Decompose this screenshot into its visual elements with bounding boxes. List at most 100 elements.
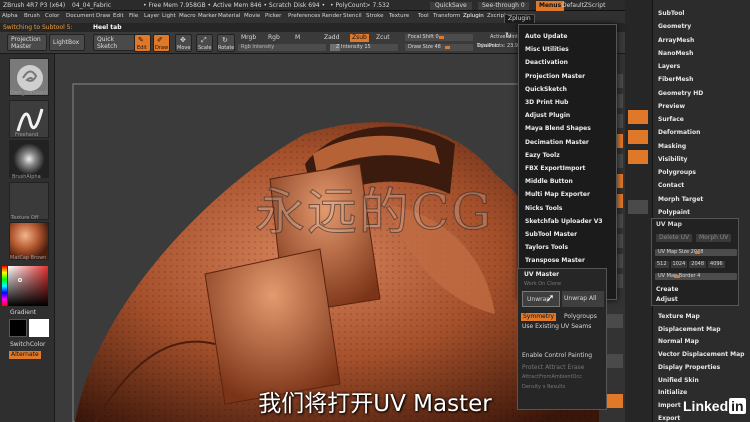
- tool-menu-subtool[interactable]: SubTool: [658, 10, 684, 17]
- enable-control-painting-toggle[interactable]: Enable Control Painting: [522, 353, 592, 359]
- tool-menu-masking[interactable]: Masking: [658, 143, 686, 150]
- zplugin-item-fbx-exportimport[interactable]: FBX ExportImport: [525, 165, 585, 172]
- zplugin-item-maya-blend-shapes[interactable]: Maya Blend Shapes: [525, 125, 591, 132]
- draw-size-slider[interactable]: Draw Size 48: [405, 44, 473, 51]
- tool-menu-geometry[interactable]: Geometry: [658, 23, 691, 30]
- zplugin-item-multi-map-exporter[interactable]: Multi Map Exporter: [525, 191, 590, 198]
- quicksave-button[interactable]: QuickSave: [430, 2, 472, 10]
- unwrap-all-button[interactable]: Unwrap All: [562, 291, 604, 307]
- zplugin-item-transpose-master[interactable]: Transpose Master: [525, 257, 585, 264]
- zplugin-item-subtool-master[interactable]: SubTool Master: [525, 231, 577, 238]
- morph-uv-button[interactable]: Morph UV: [696, 234, 732, 242]
- menu-preferences[interactable]: Preferences: [288, 13, 322, 20]
- tool-menu-polygroups[interactable]: Polygroups: [658, 169, 696, 176]
- move-button[interactable]: ✥ Move: [175, 34, 192, 52]
- menu-draw[interactable]: Draw: [96, 13, 113, 20]
- tool-menu-geometry-hd[interactable]: Geometry HD: [658, 90, 703, 97]
- tool-menu-arraymesh[interactable]: ArrayMesh: [658, 37, 694, 44]
- tool-menu-unified-skin[interactable]: Unified Skin: [658, 377, 699, 384]
- menu-brush[interactable]: Brush: [24, 13, 45, 20]
- use-existing-seams-toggle[interactable]: Use Existing UV Seams: [522, 324, 591, 330]
- rgb-intensity-slider[interactable]: Rgb Intensity: [238, 44, 326, 51]
- focal-shift-slider[interactable]: Focal Shift 0: [405, 34, 473, 41]
- zplugin-item-projection-master[interactable]: Projection Master: [525, 73, 585, 80]
- menu-color[interactable]: Color: [45, 13, 66, 20]
- zsub-toggle[interactable]: Zsub: [350, 34, 369, 42]
- default-zscript-button[interactable]: DefaultZScript: [562, 3, 605, 9]
- menu-marker[interactable]: Marker: [198, 13, 218, 20]
- primary-color-swatch[interactable]: [29, 319, 49, 337]
- alpha-thumbnail[interactable]: [9, 140, 49, 178]
- zplugin-item-taylors-tools[interactable]: Taylors Tools: [525, 244, 568, 251]
- lightbox-button[interactable]: LightBox: [49, 34, 85, 51]
- adjust-submenu[interactable]: Adjust: [656, 296, 678, 303]
- menu-light[interactable]: Light: [162, 13, 179, 20]
- secondary-color-swatch[interactable]: [9, 319, 27, 337]
- zplugin-item-3d-print-hub[interactable]: 3D Print Hub: [525, 99, 568, 106]
- menu-layer[interactable]: Layer: [144, 13, 162, 20]
- menu-material[interactable]: Material: [218, 13, 244, 20]
- mrgb-toggle[interactable]: Mrgb: [241, 35, 256, 41]
- zplugin-item-nicks-tools[interactable]: Nicks Tools: [525, 205, 562, 212]
- delete-uv-button[interactable]: Delete UV: [656, 234, 693, 242]
- rotate-button[interactable]: ↻ Rotate: [217, 34, 235, 52]
- shelf-toggle-3[interactable]: [628, 150, 648, 164]
- switch-color-button[interactable]: SwitchColor: [10, 342, 46, 348]
- uv-size-512[interactable]: 512: [655, 261, 669, 268]
- menu-zplugin[interactable]: Zplugin: [463, 13, 487, 20]
- menu-render[interactable]: Render: [322, 13, 343, 20]
- tool-menu-deformation[interactable]: Deformation: [658, 129, 700, 136]
- menu-edit[interactable]: Edit: [113, 13, 129, 20]
- zplugin-item-sketchfab-uploader-v3[interactable]: Sketchfab Uploader V3: [525, 218, 603, 225]
- zplugin-item-quicksketch[interactable]: QuickSketch: [525, 86, 567, 93]
- menu-document[interactable]: Document: [66, 13, 96, 20]
- tool-menu-morph-target[interactable]: Morph Target: [658, 196, 703, 203]
- draw-button[interactable]: ✐ Draw: [153, 34, 170, 52]
- projection-master-button[interactable]: Projection Master: [7, 34, 47, 51]
- zplugin-menu-tab[interactable]: Zplugin: [504, 14, 535, 23]
- zplugin-item-deactivation[interactable]: Deactivation: [525, 59, 568, 66]
- tool-menu-texture-map[interactable]: Texture Map: [658, 313, 700, 320]
- tool-menu-polypaint[interactable]: Polypaint: [658, 209, 690, 216]
- symmetry-toggle[interactable]: Symmetry: [521, 313, 557, 321]
- menu-movie[interactable]: Movie: [244, 13, 265, 20]
- menu-macro[interactable]: Macro: [179, 13, 198, 20]
- attract-ambient-button[interactable]: AttractFromAmbientOcc: [522, 375, 582, 380]
- alternate-button[interactable]: Alternate: [9, 351, 41, 359]
- menu-picker[interactable]: Picker: [265, 13, 288, 20]
- z-intensity-slider[interactable]: Z Intensity 15: [330, 44, 398, 51]
- quick-sketch-button[interactable]: Quick Sketch: [93, 34, 135, 51]
- polygroups-toggle[interactable]: Polygroups: [564, 314, 597, 320]
- zplugin-item-auto-update[interactable]: Auto Update: [525, 33, 567, 40]
- tool-menu-nanomesh[interactable]: NanoMesh: [658, 50, 693, 57]
- protect-attract-erase-row[interactable]: Protect Attract Erase: [522, 365, 584, 371]
- zadd-toggle[interactable]: Zadd: [324, 35, 339, 41]
- zcut-toggle[interactable]: Zcut: [376, 35, 390, 41]
- zplugin-item-adjust-plugin[interactable]: Adjust Plugin: [525, 112, 570, 119]
- tool-menu-surface[interactable]: Surface: [658, 116, 684, 123]
- tool-menu-display-properties[interactable]: Display Properties: [658, 364, 720, 371]
- menu-stencil[interactable]: Stencil: [343, 13, 366, 20]
- tool-menu-displacement-map[interactable]: Displacement Map: [658, 326, 721, 333]
- rgb-toggle[interactable]: Rgb: [268, 35, 280, 41]
- tool-menu-preview[interactable]: Preview: [658, 103, 685, 110]
- tool-menu-contact[interactable]: Contact: [658, 182, 684, 189]
- uv-size-4096[interactable]: 4096: [708, 261, 725, 268]
- m-toggle[interactable]: M: [295, 35, 300, 41]
- edit-button[interactable]: ✎ Edit: [134, 34, 151, 52]
- zplugin-item-middle-button[interactable]: Middle Button: [525, 178, 573, 185]
- menu-file[interactable]: File: [129, 13, 144, 20]
- uv-size-2048[interactable]: 2048: [689, 261, 707, 268]
- work-on-clone-button[interactable]: Work On Clone: [524, 282, 561, 287]
- zplugin-item-misc-utilities[interactable]: Misc Utilities: [525, 46, 569, 53]
- menu-texture[interactable]: Texture: [389, 13, 418, 20]
- tool-menu-normal-map[interactable]: Normal Map: [658, 338, 699, 345]
- see-through-slider[interactable]: See-through 0: [478, 2, 529, 10]
- refresh-icon[interactable]: ↻: [505, 32, 512, 40]
- hue-slider[interactable]: [2, 266, 7, 306]
- zplugin-item-eazy-toolz[interactable]: Eazy Toolz: [525, 152, 560, 159]
- shelf-toggle-1[interactable]: [628, 110, 648, 124]
- tool-menu-fibermesh[interactable]: FiberMesh: [658, 76, 693, 83]
- menu-tool[interactable]: Tool: [418, 13, 433, 20]
- color-picker[interactable]: [8, 266, 48, 306]
